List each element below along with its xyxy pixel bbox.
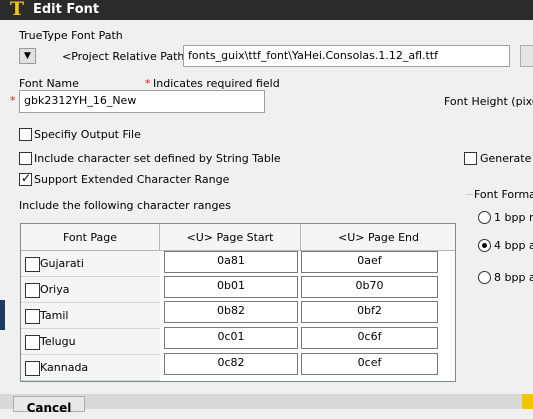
font-path-input[interactable]: fonts_guix\ttf_font\YaHei.Consolas.1.12_… <box>183 45 510 67</box>
font-name-label: Font Name <box>19 77 79 90</box>
format-8bpp-label: 8 bpp ar <box>494 271 533 284</box>
cancel-button[interactable]: Cancel <box>13 396 85 415</box>
format-4bpp-label: 4 bpp ar <box>494 239 533 252</box>
page-start-input[interactable]: 0b82 <box>164 301 298 323</box>
page-end-input[interactable]: 0c6f <box>301 327 438 349</box>
side-accent <box>0 300 5 330</box>
window-title: Edit Font <box>33 2 100 17</box>
page-start-input[interactable]: 0a81 <box>164 251 298 273</box>
page-end-input[interactable]: 0cef <box>301 353 438 375</box>
ok-button[interactable] <box>522 394 533 409</box>
format-8bpp-radio[interactable] <box>478 271 491 284</box>
row-checkbox[interactable] <box>25 309 40 324</box>
font-name-required-marker: * <box>10 94 16 107</box>
required-marker: * <box>145 77 151 90</box>
format-1bpp-label: 1 bpp no <box>494 211 533 224</box>
table-row: Telugu <box>21 329 160 355</box>
font-format-label: Font Format <box>474 188 533 202</box>
format-1bpp-radio[interactable] <box>478 211 491 224</box>
font-name-input[interactable]: gbk2312YH_16_New <box>19 90 265 113</box>
table-row: Tamil <box>21 303 160 329</box>
font-height-label: Font Height (pixels <box>444 95 533 108</box>
font-path-label: TrueType Font Path <box>19 29 123 42</box>
page-end-input[interactable]: 0aef <box>301 251 438 273</box>
specify-output-file-label: Specifiy Output File <box>34 128 141 141</box>
generate-kerning-checkbox[interactable] <box>464 152 477 165</box>
table-row: Gujarati <box>21 251 160 277</box>
path-type-dropdown-button[interactable]: ▼ <box>19 48 36 64</box>
row-font-page: Telugu <box>40 335 76 348</box>
row-checkbox[interactable] <box>25 335 40 350</box>
row-checkbox[interactable] <box>25 361 40 376</box>
extended-range-checkbox[interactable] <box>19 171 32 186</box>
row-checkbox[interactable] <box>25 283 40 298</box>
table-row: Kannada <box>21 355 160 381</box>
column-header-page-start[interactable]: <U> Page Start <box>160 224 301 251</box>
page-start-input[interactable]: 0c82 <box>164 353 298 375</box>
row-checkbox[interactable] <box>25 257 40 272</box>
generate-kerning-label: Generate K <box>480 152 533 165</box>
ranges-caption: Include the following character ranges <box>19 199 231 212</box>
include-string-table-checkbox[interactable] <box>19 152 32 165</box>
required-note: Indicates required field <box>153 77 280 90</box>
row-font-page: Oriya <box>40 283 70 296</box>
row-font-page: Tamil <box>40 309 69 322</box>
page-end-input[interactable]: 0bf2 <box>301 301 438 323</box>
specify-output-file-checkbox[interactable] <box>19 128 32 141</box>
format-4bpp-radio[interactable] <box>478 239 491 252</box>
app-icon: T <box>9 0 25 20</box>
table-row: Oriya <box>21 277 160 303</box>
path-type-label: <Project Relative Path> <box>62 50 194 63</box>
column-header-page-end[interactable]: <U> Page End <box>301 224 455 251</box>
row-font-page: Gujarati <box>40 257 84 270</box>
include-string-table-label: Include character set defined by String … <box>34 152 281 165</box>
column-header-font-page[interactable]: Font Page <box>21 224 160 251</box>
character-ranges-table: Font Page <U> Page Start <U> Page End Gu… <box>20 223 456 382</box>
chevron-down-icon: ▼ <box>24 51 31 61</box>
page-start-input[interactable]: 0b01 <box>164 276 298 298</box>
page-end-input[interactable]: 0b70 <box>301 276 438 298</box>
page-start-input[interactable]: 0c01 <box>164 327 298 349</box>
extended-range-label: Support Extended Character Range <box>34 173 230 186</box>
browse-button[interactable] <box>520 45 533 67</box>
row-font-page: Kannada <box>40 361 89 374</box>
